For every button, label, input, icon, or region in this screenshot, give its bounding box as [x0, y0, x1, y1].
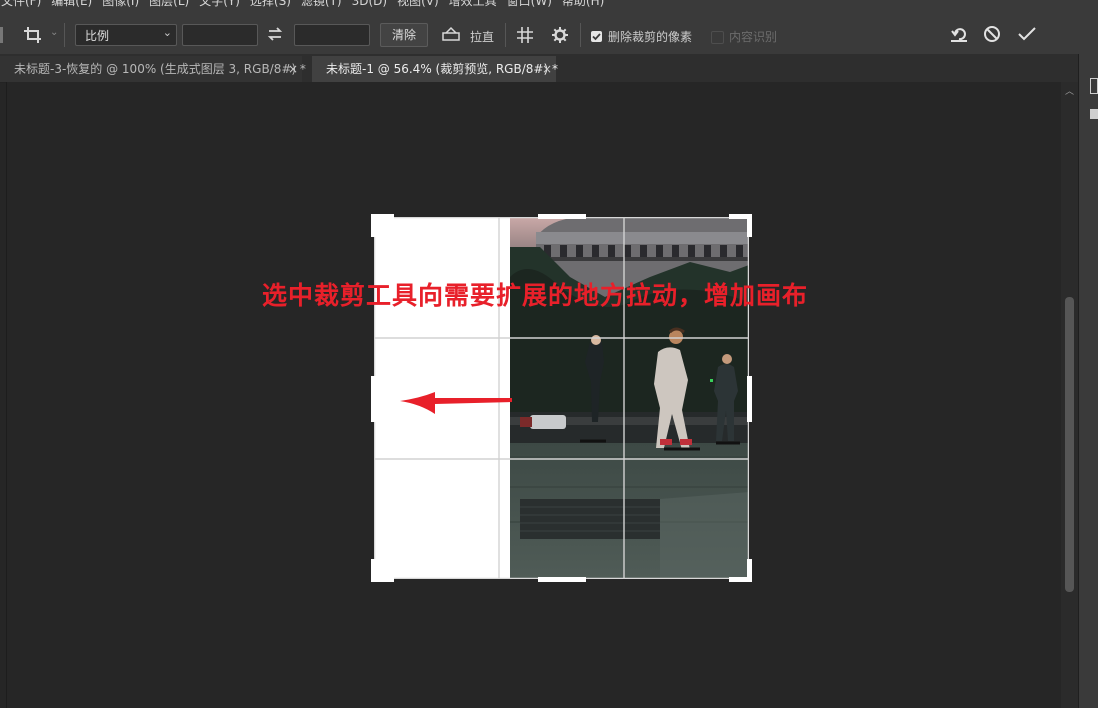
- delete-cropped-checkbox[interactable]: [591, 31, 602, 42]
- width-input[interactable]: [182, 24, 258, 46]
- crop-handle-bottom[interactable]: [538, 577, 586, 582]
- ratio-select-label: 比例: [85, 29, 110, 43]
- crop-icon[interactable]: [22, 26, 44, 44]
- menu-items: 文件(F) 编辑(E) 图像(I) 图层(L) 文字(Y) 选择(S) 滤镜(T) 3D(D)…: [0, 0, 609, 10]
- menu-item[interactable]: 视图(V): [392, 0, 444, 10]
- crop-handle-left[interactable]: [371, 376, 376, 422]
- crop-handle-bottom-right[interactable]: [747, 559, 752, 582]
- close-icon[interactable]: ×: [542, 56, 552, 82]
- annotation-arrow-icon: [400, 392, 512, 414]
- tab-label: 未标题-1 @ 56.4% (裁剪预览, RGB/8#) *: [326, 62, 558, 76]
- menu-item[interactable]: 图像(I): [97, 0, 144, 10]
- cancel-icon[interactable]: [982, 25, 1002, 45]
- menu-item[interactable]: 窗口(W): [502, 0, 557, 10]
- right-panel-strip: [1078, 54, 1098, 708]
- panel-edge-icon: [0, 27, 3, 43]
- crop-options-bar: ⌄ 比例 ⌄ 清除 拉直 删除裁剪的像素 内容识别: [0, 17, 1098, 55]
- document-tabs: 未标题-3-恢复的 @ 100% (生成式图层 3, RGB/8#) * × 未…: [0, 54, 1080, 83]
- divider: [580, 23, 581, 47]
- crop-handle-right[interactable]: [747, 376, 752, 422]
- divider: [64, 23, 65, 47]
- skateboard-photo: [510, 217, 749, 579]
- close-icon[interactable]: ×: [288, 56, 298, 82]
- check-icon[interactable]: [1016, 25, 1038, 45]
- height-input[interactable]: [294, 24, 370, 46]
- properties-icon[interactable]: [1090, 78, 1098, 94]
- tool-preset-chevron-icon[interactable]: ⌄: [50, 27, 58, 38]
- menu-item[interactable]: 文件(F): [0, 0, 46, 10]
- scrollbar-thumb[interactable]: [1065, 297, 1074, 592]
- annotation-text: 选中裁剪工具向需要扩展的地方拉动，增加画布: [262, 281, 809, 310]
- tab-label: 未标题-3-恢复的 @ 100% (生成式图层 3, RGB/8#) *: [14, 62, 306, 76]
- vertical-scrollbar[interactable]: ︿: [1061, 82, 1078, 708]
- grid-overlay-icon[interactable]: [515, 26, 535, 46]
- straighten-icon[interactable]: [440, 26, 462, 44]
- crop-handle-top-left[interactable]: [371, 214, 376, 237]
- divider: [505, 23, 506, 47]
- crop-handle-top[interactable]: [538, 214, 586, 219]
- content-aware-checkbox[interactable]: [711, 31, 724, 44]
- menu-item[interactable]: 3D(D): [347, 0, 392, 10]
- clear-button[interactable]: 清除: [380, 23, 428, 47]
- menu-bar: 文件(F) 编辑(E) 图像(I) 图层(L) 文字(Y) 选择(S) 滤镜(T) 3D(D)…: [0, 0, 1098, 17]
- menu-item[interactable]: 图层(L): [144, 0, 194, 10]
- comment-icon[interactable]: [1090, 109, 1098, 119]
- tab-untitled-1[interactable]: 未标题-1 @ 56.4% (裁剪预览, RGB/8#) * ×: [312, 56, 558, 82]
- scroll-up-icon[interactable]: ︿: [1065, 84, 1074, 97]
- delete-cropped-label: 删除裁剪的像素: [608, 30, 693, 44]
- menu-item[interactable]: 滤镜(T): [296, 0, 347, 10]
- tab-untitled-3[interactable]: 未标题-3-恢复的 @ 100% (生成式图层 3, RGB/8#) * ×: [0, 56, 306, 82]
- content-aware-label: 内容识别: [729, 30, 778, 44]
- menu-item[interactable]: 增效工具: [444, 0, 502, 10]
- menu-item[interactable]: 编辑(E): [46, 0, 97, 10]
- ratio-select[interactable]: 比例 ⌄: [75, 24, 177, 46]
- crop-handle-bottom-left[interactable]: [371, 559, 376, 582]
- menu-item[interactable]: 文字(Y): [194, 0, 245, 10]
- crop-handle-top-right[interactable]: [747, 214, 752, 237]
- reset-icon[interactable]: [948, 25, 970, 45]
- menu-item[interactable]: 帮助(H): [557, 0, 609, 10]
- gear-icon[interactable]: [550, 26, 570, 46]
- chevron-down-icon: ⌄: [162, 26, 172, 39]
- straighten-label[interactable]: 拉直: [470, 28, 494, 45]
- menu-item[interactable]: 选择(S): [245, 0, 296, 10]
- swap-icon[interactable]: [266, 26, 284, 44]
